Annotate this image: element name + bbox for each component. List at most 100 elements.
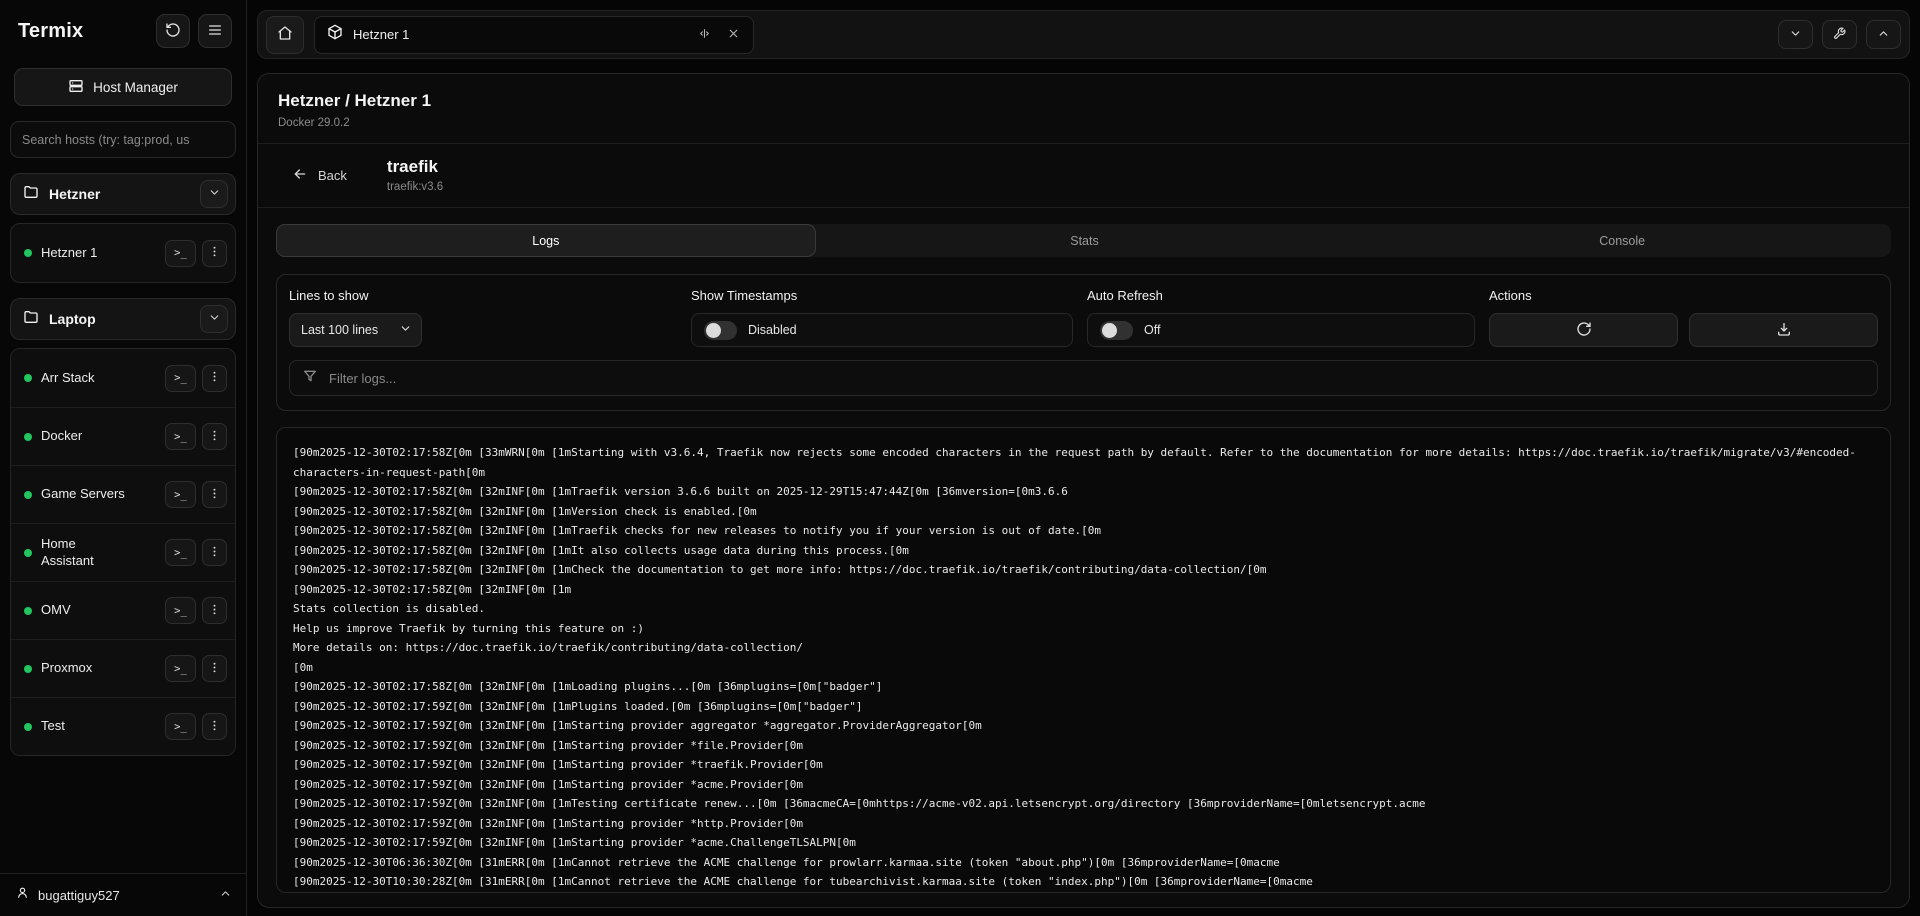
host-menu-button[interactable] [202, 655, 227, 682]
sidebar-menu-button[interactable] [198, 14, 232, 48]
log-line: [90m2025-12-30T02:17:59Z[0m [32mINF[0m [… [293, 814, 1874, 834]
terminal-prompt-icon: >_ [174, 431, 187, 443]
folder-collapse-button[interactable] [200, 180, 228, 208]
status-dot-online [24, 723, 32, 731]
host-menu-button[interactable] [202, 597, 227, 624]
tab-stats[interactable]: Stats [816, 224, 1354, 257]
host-row[interactable]: Proxmox >_ [11, 639, 235, 697]
lines-to-show-group: Lines to show Last 100 lines [289, 288, 691, 347]
open-terminal-button[interactable]: >_ [165, 539, 196, 566]
host-row[interactable]: Hetzner 1 >_ [11, 224, 235, 282]
menu-icon [207, 22, 223, 41]
download-logs-button[interactable] [1689, 313, 1878, 347]
lines-to-show-select[interactable]: Last 100 lines [289, 313, 422, 347]
log-line: Help us improve Traefik by turning this … [293, 619, 1874, 639]
app-root: Termix Host Manager Hetzner [0, 0, 1920, 916]
home-button[interactable] [266, 16, 304, 54]
host-row[interactable]: Game Servers >_ [11, 465, 235, 523]
open-terminal-button[interactable]: >_ [165, 713, 196, 740]
host-row[interactable]: OMV >_ [11, 581, 235, 639]
terminal-prompt-icon: >_ [174, 663, 187, 675]
host-row[interactable]: Arr Stack >_ [11, 349, 235, 407]
chevron-down-icon [208, 311, 221, 327]
lines-to-show-label: Lines to show [289, 288, 691, 303]
sidebar-header: Termix [10, 10, 236, 48]
status-dot-online [24, 249, 32, 257]
host-search [10, 121, 236, 158]
refresh-logs-button[interactable] [1489, 313, 1678, 347]
host-row[interactable]: Home Assistant >_ [11, 523, 235, 581]
tab-label: Hetzner 1 [353, 27, 685, 42]
split-view-button[interactable] [695, 24, 714, 46]
log-line: [90m2025-12-30T10:30:28Z[0m [31mERR[0m [… [293, 872, 1874, 892]
log-line: [90m2025-12-30T06:36:30Z[0m [31mERR[0m [… [293, 853, 1874, 873]
log-line: [90m2025-12-30T02:17:59Z[0m [32mINF[0m [… [293, 716, 1874, 736]
panel-up-button[interactable] [1866, 20, 1901, 49]
folder-hetzner[interactable]: Hetzner [10, 173, 236, 215]
host-row[interactable]: Docker >_ [11, 407, 235, 465]
rotate-ccw-icon [165, 22, 181, 41]
log-line: More details on: https://doc.traefik.io/… [293, 638, 1874, 658]
open-terminal-button[interactable]: >_ [165, 423, 196, 450]
log-line: [90m2025-12-30T02:17:58Z[0m [32mINF[0m [… [293, 580, 1874, 600]
host-menu-button[interactable] [202, 481, 227, 508]
host-group-laptop: Arr Stack >_ Docker >_ Game Servers >_ [10, 348, 236, 756]
container-icon [327, 24, 343, 45]
sidebar-footer[interactable]: bugattiguy527 [0, 873, 246, 916]
user-menu-toggle[interactable] [219, 887, 232, 903]
open-terminal-button[interactable]: >_ [165, 481, 196, 508]
log-line: [90m2025-12-30T02:17:59Z[0m [32mINF[0m [… [293, 794, 1874, 814]
host-menu-button[interactable] [202, 240, 227, 267]
show-timestamps-box: Disabled [691, 313, 1073, 347]
tab-console[interactable]: Console [1353, 224, 1891, 257]
terminal-tabbar: Hetzner 1 [257, 10, 1910, 59]
show-timestamps-toggle[interactable] [704, 321, 737, 340]
host-menu-button[interactable] [202, 423, 227, 450]
folder-collapse-button[interactable] [200, 305, 228, 333]
folder-name: Hetzner [49, 186, 190, 202]
home-icon [277, 25, 293, 44]
arrow-left-icon [292, 166, 308, 185]
terminal-prompt-icon: >_ [174, 247, 187, 259]
log-filter-input[interactable] [329, 371, 1865, 386]
host-menu-button[interactable] [202, 365, 227, 392]
status-dot-online [24, 665, 32, 673]
tab-logs[interactable]: Logs [276, 224, 816, 257]
chevron-down-icon [1789, 27, 1802, 43]
host-name: Docker [41, 428, 125, 445]
tools-button[interactable] [1822, 20, 1857, 49]
host-name: Hetzner 1 [41, 245, 125, 262]
close-tab-button[interactable] [724, 24, 743, 46]
log-line: [90m2025-12-30T02:17:58Z[0m [33mWRN[0m [… [293, 443, 1874, 482]
tab-hetzner-1[interactable]: Hetzner 1 [314, 16, 754, 54]
open-terminal-button[interactable]: >_ [165, 597, 196, 624]
log-output[interactable]: [90m2025-12-30T02:17:58Z[0m [33mWRN[0m [… [276, 427, 1891, 893]
download-icon [1776, 321, 1792, 340]
main-area: Hetzner 1 [247, 0, 1920, 916]
auto-refresh-toggle[interactable] [1100, 321, 1133, 340]
status-dot-online [24, 549, 32, 557]
back-button[interactable]: Back [292, 166, 347, 185]
folder-laptop[interactable]: Laptop [10, 298, 236, 340]
terminal-prompt-icon: >_ [174, 605, 187, 617]
reset-layout-button[interactable] [156, 14, 190, 48]
host-search-input[interactable] [22, 133, 224, 147]
log-line: [90m2025-12-30T02:17:59Z[0m [32mINF[0m [… [293, 833, 1874, 853]
log-line: [90m2025-12-30T02:17:59Z[0m [32mINF[0m [… [293, 697, 1874, 717]
open-terminal-button[interactable]: >_ [165, 655, 196, 682]
open-terminal-button[interactable]: >_ [165, 240, 196, 267]
auto-refresh-state: Off [1144, 323, 1160, 337]
open-terminal-button[interactable]: >_ [165, 365, 196, 392]
host-subtitle: Docker 29.0.2 [278, 117, 1889, 129]
status-dot-online [24, 607, 32, 615]
host-menu-button[interactable] [202, 713, 227, 740]
log-line: [90m2025-12-30T02:17:58Z[0m [32mINF[0m [… [293, 482, 1874, 502]
log-line: Stats collection is disabled. [293, 599, 1874, 619]
host-menu-button[interactable] [202, 539, 227, 566]
host-row[interactable]: Test >_ [11, 697, 235, 755]
back-label: Back [318, 168, 347, 183]
host-manager-button[interactable]: Host Manager [14, 68, 232, 106]
wrench-icon [1833, 27, 1846, 43]
host-group-hetzner: Hetzner 1 >_ [10, 223, 236, 283]
panel-down-button[interactable] [1778, 20, 1813, 49]
